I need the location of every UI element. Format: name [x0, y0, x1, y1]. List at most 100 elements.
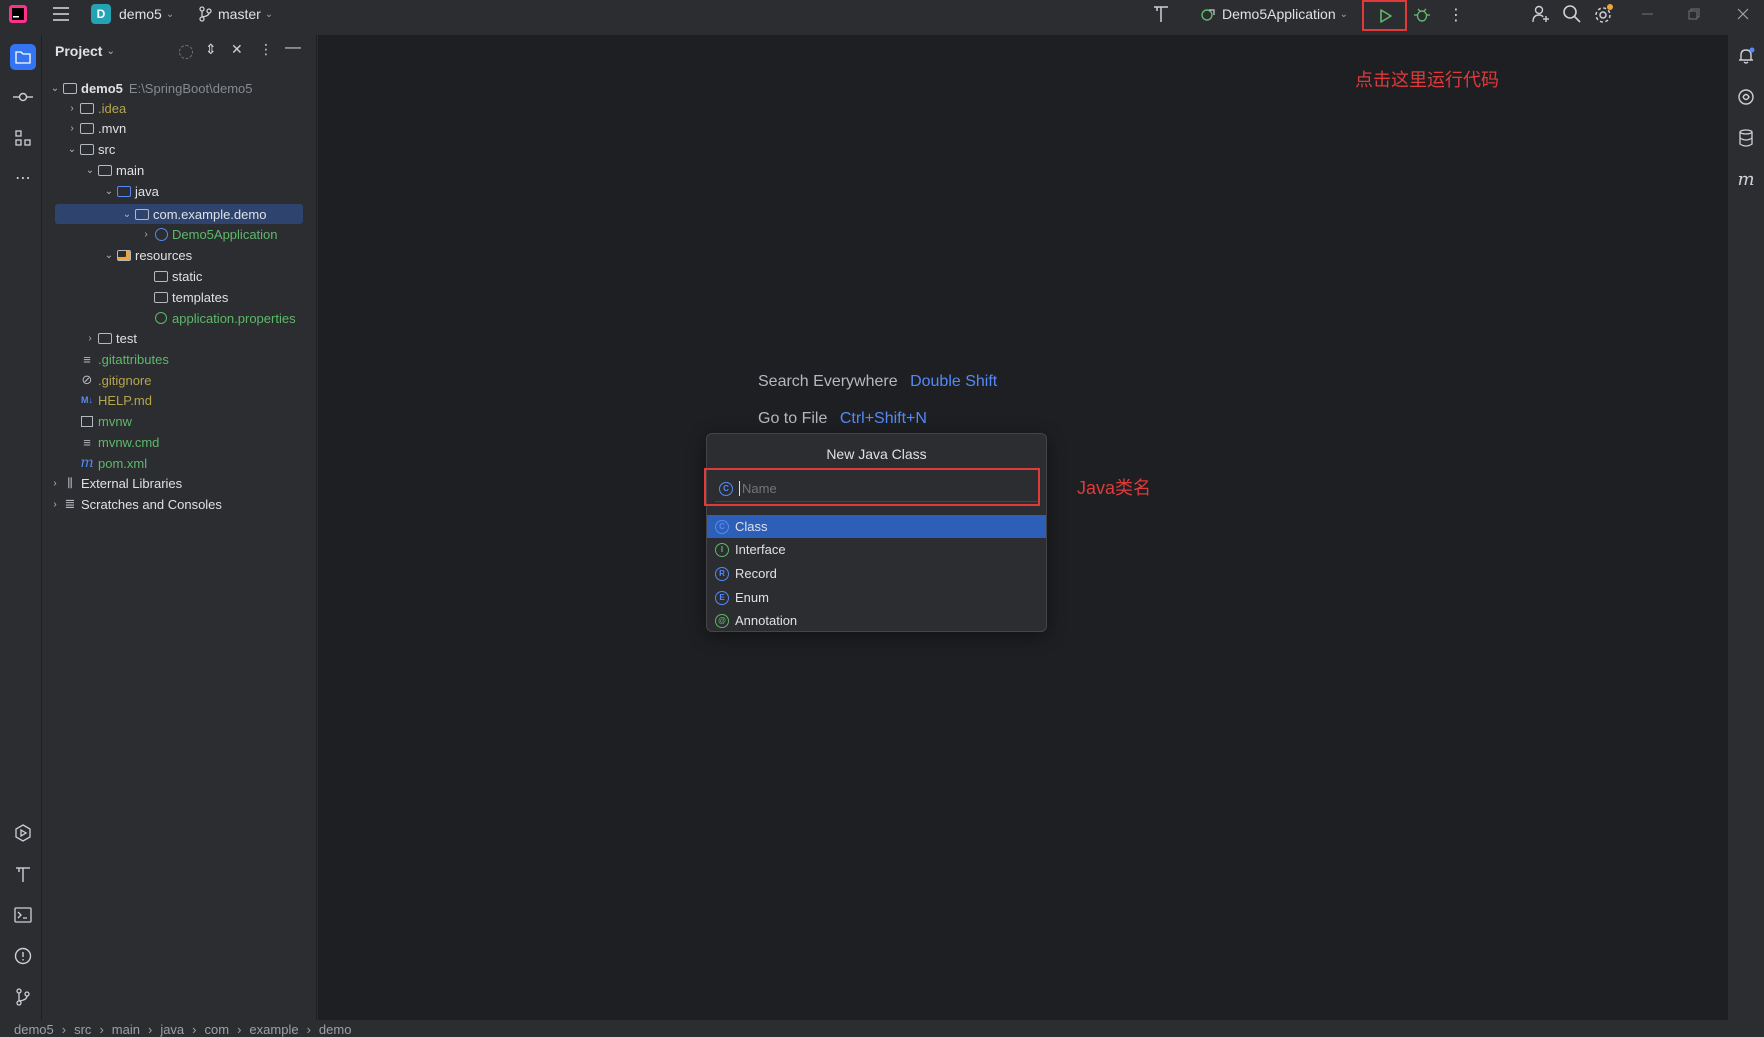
- commit-icon[interactable]: [10, 84, 36, 110]
- kind-option-annotation[interactable]: @ Annotation: [707, 609, 1046, 632]
- run-button[interactable]: [1362, 0, 1407, 31]
- tree-item-mvn[interactable]: › .mvn: [65, 118, 126, 138]
- more-tools-icon[interactable]: ⋯: [10, 165, 36, 191]
- tree-item-label: templates: [172, 289, 229, 305]
- tree-item-java[interactable]: ⌄ java: [102, 181, 159, 201]
- tree-item-external-libraries[interactable]: › ⫼ External Libraries: [48, 473, 182, 493]
- empty-editor-hint-goto: Go to File Ctrl+Shift+N: [758, 410, 927, 428]
- spring-class-icon: [153, 227, 169, 241]
- kind-option-interface[interactable]: I Interface: [707, 538, 1046, 561]
- tree-item-mvnw[interactable]: mvnw: [65, 411, 132, 431]
- restore-window-icon[interactable]: [1684, 4, 1704, 24]
- chevron-down-icon: ⌄: [165, 8, 175, 20]
- app-logo-icon[interactable]: [8, 4, 28, 24]
- panel-options-icon[interactable]: ⋮: [259, 41, 273, 58]
- chevron-right-icon: ›: [70, 102, 74, 114]
- minimize-window-icon[interactable]: [1638, 4, 1658, 24]
- kind-option-enum[interactable]: E Enum: [707, 586, 1046, 609]
- branch-switcher[interactable]: master ⌄: [198, 3, 273, 25]
- tree-item-label: .mvn: [98, 120, 127, 136]
- tree-item-templates[interactable]: templates: [139, 287, 228, 307]
- chevron-down-icon: ⌄: [1339, 8, 1349, 20]
- kind-label: Enum: [735, 590, 769, 605]
- tree-item-label: mvnw.cmd: [98, 434, 160, 450]
- status-bar: demo5 › src › main › java › com › exampl…: [0, 1020, 1764, 1036]
- tree-item-label: External Libraries: [81, 475, 183, 491]
- add-user-icon[interactable]: [1531, 4, 1551, 24]
- hint-shortcut: Double Shift: [910, 373, 998, 390]
- debug-button[interactable]: [1412, 5, 1432, 25]
- title-bar: D demo5 ⌄ master ⌄ Demo5Application ⌄ ⋮: [0, 0, 1764, 31]
- build-hammer-icon[interactable]: [1151, 4, 1171, 24]
- breadcrumb-item[interactable]: demo5: [14, 1023, 54, 1036]
- more-actions-icon[interactable]: ⋮: [1448, 5, 1464, 25]
- tree-item-label: java: [135, 183, 159, 199]
- breadcrumb-separator-icon: ›: [192, 1022, 197, 1037]
- tree-item-label: test: [116, 330, 137, 346]
- folder-icon: [79, 121, 95, 135]
- breadcrumb-item[interactable]: example: [249, 1023, 298, 1036]
- project-folder-icon[interactable]: [10, 44, 36, 70]
- close-window-icon[interactable]: [1733, 4, 1753, 24]
- problems-icon[interactable]: [10, 943, 36, 969]
- structure-icon[interactable]: [10, 125, 36, 151]
- tree-item-demo5[interactable]: ⌄ demo5 E:\SpringBoot\demo5: [48, 78, 253, 98]
- search-icon[interactable]: [1562, 4, 1582, 24]
- tree-item-label: Scratches and Consoles: [81, 496, 222, 512]
- tree-item-demo5application[interactable]: › Demo5Application: [139, 224, 277, 244]
- project-path-hint: E:\SpringBoot\demo5: [128, 80, 253, 96]
- project-switcher[interactable]: D demo5 ⌄: [91, 3, 174, 25]
- breadcrumb-item[interactable]: src: [74, 1023, 91, 1036]
- resources-folder-icon: [116, 248, 132, 262]
- tree-item-mvnw-cmd[interactable]: ≡ mvnw.cmd: [65, 432, 159, 452]
- terminal-icon[interactable]: [10, 902, 36, 928]
- run-annotation-note: 点击这里运行代码: [1355, 70, 1499, 90]
- breadcrumb-item[interactable]: com: [205, 1023, 230, 1036]
- services-icon[interactable]: [10, 820, 36, 846]
- expand-all-icon[interactable]: ⇕: [205, 41, 217, 58]
- properties-file-icon: [153, 311, 169, 325]
- breadcrumb-item[interactable]: demo: [319, 1023, 352, 1036]
- tree-item-scratches[interactable]: › ≣ Scratches and Consoles: [48, 494, 222, 514]
- tree-item-test[interactable]: › test: [83, 328, 137, 348]
- tree-item-resources[interactable]: ⌄ resources: [102, 245, 192, 265]
- tree-item-pom-xml[interactable]: m pom.xml: [65, 453, 147, 473]
- tree-item-src[interactable]: ⌄ src: [65, 139, 116, 159]
- project-name: demo5: [119, 6, 162, 22]
- tree-item-main[interactable]: ⌄ main: [83, 160, 144, 180]
- folder-icon: [79, 101, 95, 115]
- class-icon: C: [715, 519, 729, 534]
- run-config-selector[interactable]: Demo5Application ⌄: [1200, 3, 1348, 25]
- tree-item-gitignore[interactable]: ⊘ .gitignore: [65, 370, 152, 390]
- kind-option-record[interactable]: R Record: [707, 562, 1046, 585]
- build-tool-icon[interactable]: [10, 861, 36, 887]
- tree-item-label: main: [116, 162, 145, 178]
- breadcrumb-item[interactable]: java: [160, 1023, 184, 1036]
- tree-item-static[interactable]: static: [139, 266, 202, 286]
- package-icon: [134, 207, 150, 221]
- tree-item-help-md[interactable]: M↓ HELP.md: [65, 390, 152, 410]
- breadcrumb-item[interactable]: main: [112, 1023, 140, 1036]
- settings-gear-icon[interactable]: [1593, 3, 1615, 25]
- tree-item-application-properties[interactable]: application.properties: [139, 308, 296, 328]
- git-icon[interactable]: [10, 984, 36, 1010]
- project-panel-header[interactable]: Project ⌄: [55, 43, 115, 59]
- ai-assistant-icon[interactable]: [1733, 84, 1759, 110]
- collapse-all-icon[interactable]: ✕: [231, 41, 243, 58]
- notifications-bell-icon[interactable]: [1733, 43, 1759, 69]
- breadcrumb-separator-icon: ›: [306, 1022, 311, 1037]
- scratches-icon: ≣: [64, 496, 76, 511]
- tree-item-package[interactable]: ⌄ com.example.demo: [120, 204, 267, 224]
- breadcrumb: demo5 › src › main › java › com › exampl…: [14, 1023, 351, 1036]
- hide-panel-icon[interactable]: —: [285, 39, 301, 57]
- kind-option-class[interactable]: C Class: [707, 515, 1046, 538]
- select-opened-file-icon[interactable]: [179, 45, 193, 59]
- maven-icon[interactable]: m: [1733, 166, 1759, 192]
- tree-item-gitattributes[interactable]: ≡ .gitattributes: [65, 349, 169, 369]
- database-icon[interactable]: [1733, 125, 1759, 151]
- annotation-icon: @: [715, 613, 729, 628]
- tree-item-idea[interactable]: › .idea: [65, 98, 126, 118]
- tree-item-label: mvnw: [98, 413, 132, 429]
- module-folder-icon: [62, 81, 78, 95]
- main-menu-icon[interactable]: [51, 5, 71, 23]
